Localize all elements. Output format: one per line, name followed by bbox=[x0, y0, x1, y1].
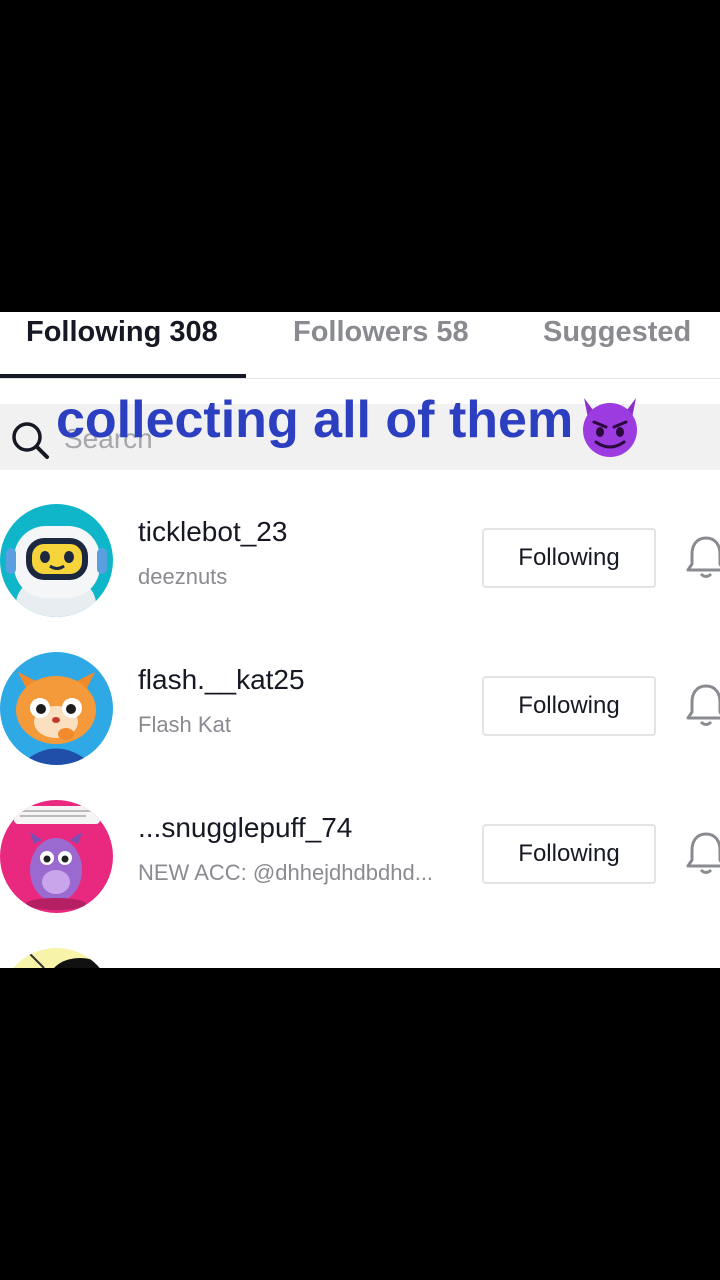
tab-followers[interactable]: Followers 58 bbox=[293, 316, 469, 349]
overlay-caption: collecting all of them bbox=[56, 391, 574, 449]
tab-following[interactable]: Following 308 bbox=[26, 316, 218, 349]
next-user-avatar[interactable] bbox=[0, 948, 113, 968]
bell-icon[interactable] bbox=[686, 534, 720, 580]
nickname: Flash Kat bbox=[138, 712, 231, 737]
tab-divider bbox=[0, 378, 720, 379]
robot-avatar[interactable] bbox=[0, 504, 113, 617]
following-button[interactable]: Following bbox=[482, 676, 656, 736]
username[interactable]: ticklebot_23 bbox=[138, 516, 287, 548]
monster-avatar[interactable] bbox=[0, 800, 113, 913]
list-item[interactable]: ...snugglepuff_74 NEW ACC: @dhhejdhdbdhd… bbox=[0, 800, 720, 930]
following-button[interactable]: Following bbox=[482, 824, 656, 884]
tab-bar: Following 308 Followers 58 Suggested bbox=[0, 312, 720, 380]
smiling-devil-icon bbox=[583, 398, 637, 457]
tab-suggested[interactable]: Suggested bbox=[543, 316, 691, 349]
following-button[interactable]: Following bbox=[482, 528, 656, 588]
bell-icon[interactable] bbox=[686, 682, 720, 728]
list-item[interactable]: ticklebot_23 deeznuts Following bbox=[0, 504, 720, 634]
following-list-panel: Following 308 Followers 58 Suggested col… bbox=[0, 312, 720, 968]
username[interactable]: ...snugglepuff_74 bbox=[138, 812, 352, 844]
cat-avatar[interactable] bbox=[0, 652, 113, 765]
list-item[interactable]: flash.__kat25 Flash Kat Following bbox=[0, 652, 720, 782]
bell-icon[interactable] bbox=[686, 830, 720, 876]
username[interactable]: flash.__kat25 bbox=[138, 664, 305, 696]
search-icon bbox=[12, 422, 49, 459]
nickname: NEW ACC: @dhhejdhdbdhd... bbox=[138, 860, 434, 885]
nickname: deeznuts bbox=[138, 564, 228, 589]
